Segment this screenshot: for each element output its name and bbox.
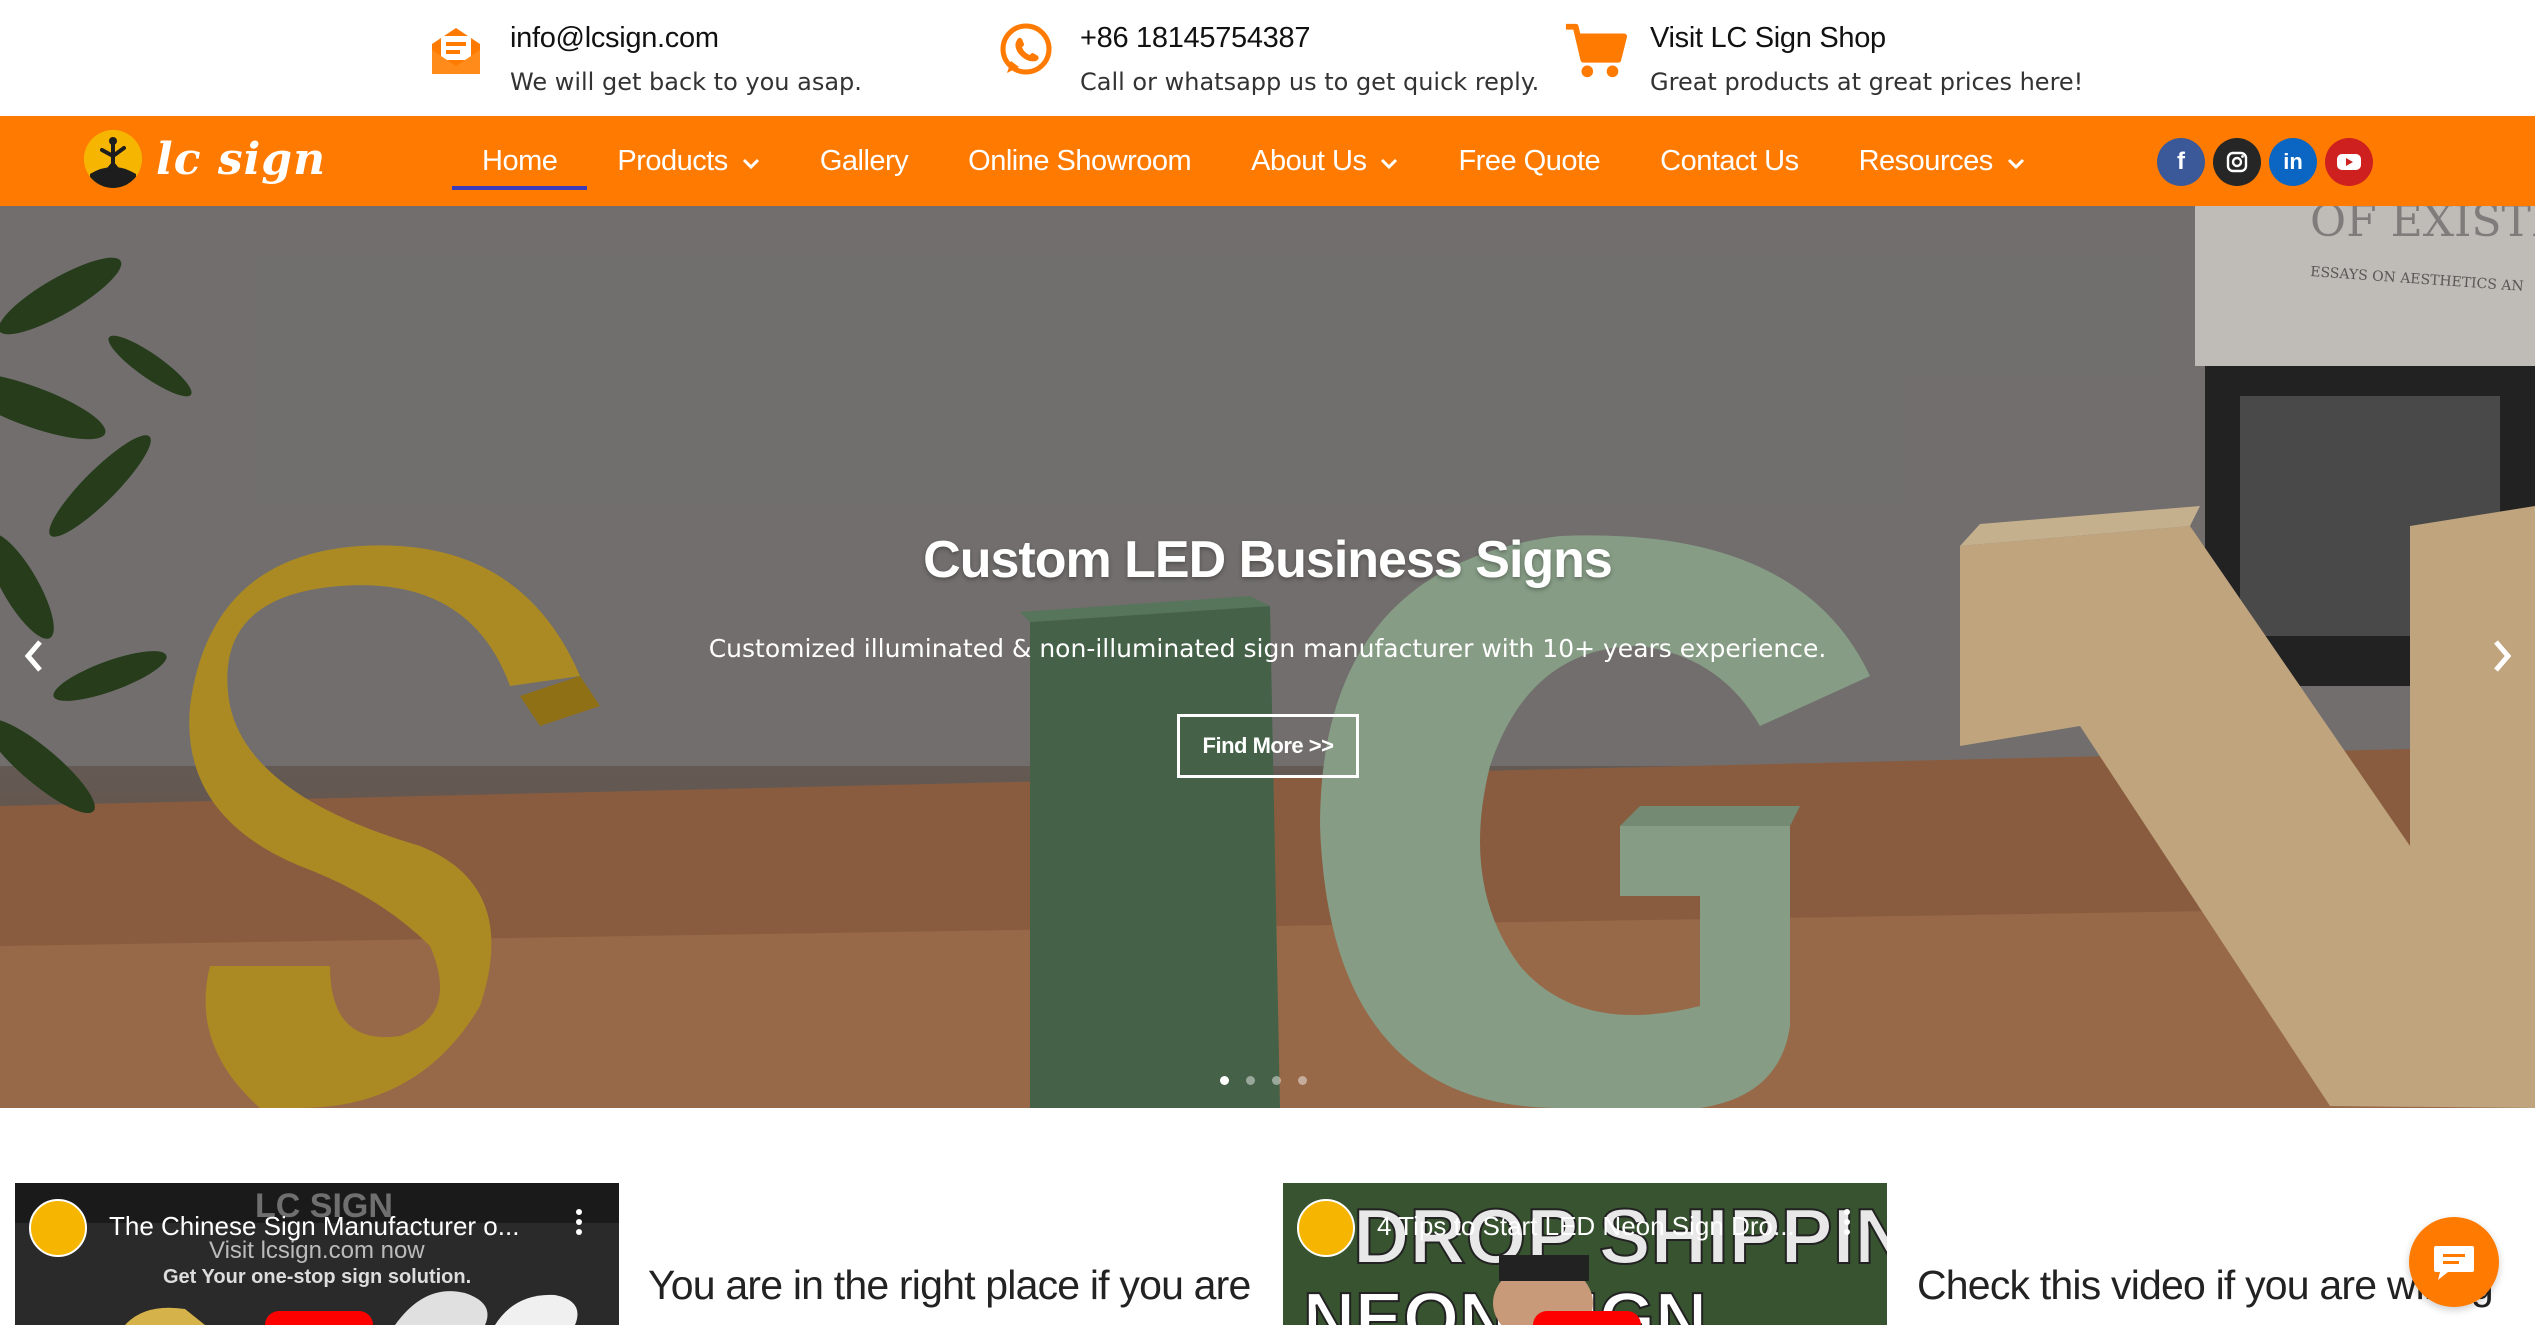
slider-dot[interactable] [1298, 1076, 1307, 1085]
nav-home[interactable]: Home [452, 116, 588, 206]
contact-strip: info@lcsign.com We will get back to you … [0, 0, 2535, 116]
video-play-button[interactable] [265, 1311, 373, 1325]
nav-home-label: Home [482, 144, 558, 177]
shopping-cart-icon [1564, 18, 1628, 82]
phone-note: Call or whatsapp us to get quick reply. [1080, 68, 1540, 96]
facebook-icon[interactable]: f [2157, 138, 2205, 186]
video-embed-2[interactable]: DROP SHIPPING NEON SIGN 4 Tips to Start … [1283, 1183, 1887, 1325]
email-contact[interactable]: info@lcsign.com We will get back to you … [424, 18, 862, 100]
youtube-icon[interactable] [2325, 138, 2373, 186]
nav-online-showroom-label: Online Showroom [968, 144, 1192, 177]
main-navigation: lc sign Home Products Gallery Online Sho… [0, 116, 2535, 206]
nav-about-us[interactable]: About Us [1221, 116, 1428, 206]
slider-dot[interactable] [1220, 1076, 1229, 1085]
hero-subtitle: Customized illuminated & non-illuminated… [708, 634, 1827, 663]
hero-slider: OF EXISTE ESSAYS ON AESTHETICS AN Custom… [0, 206, 2535, 1108]
social-links: f in [2157, 138, 2381, 186]
slider-pagination [1220, 1076, 1324, 1085]
nav-products[interactable]: Products [587, 116, 789, 206]
logo-text: lc sign [156, 133, 327, 185]
nav-online-showroom[interactable]: Online Showroom [938, 116, 1221, 206]
nav-products-label: Products [617, 144, 728, 177]
nav-contact-us[interactable]: Contact Us [1630, 116, 1828, 206]
shop-link[interactable]: Visit LC Sign Shop [1650, 18, 2083, 58]
email-note: We will get back to you asap. [510, 68, 862, 96]
linkedin-icon[interactable]: in [2269, 138, 2317, 186]
chat-bubble-icon[interactable] [2409, 1217, 2499, 1307]
video-play-button[interactable] [1533, 1311, 1641, 1325]
chevron-down-icon [742, 145, 760, 178]
logo-mark-icon [84, 130, 142, 188]
video-more-options-icon[interactable] [1843, 1209, 1851, 1239]
nav-resources-label: Resources [1858, 144, 1994, 177]
chevron-down-icon [1380, 145, 1398, 178]
nav-resources[interactable]: Resources [1829, 116, 2055, 206]
video-2-title[interactable]: 4 Tips to Start LED Neon Sign Dro... [1377, 1211, 1795, 1242]
shop-note: Great products at great prices here! [1650, 68, 2084, 96]
instagram-icon[interactable] [2213, 138, 2261, 186]
email-address[interactable]: info@lcsign.com [510, 18, 862, 58]
whatsapp-icon [994, 18, 1058, 82]
hero-title: Custom LED Business Signs [923, 531, 1613, 589]
video-thumbnail-1: LC SIGN Visit lcsign.com now Get Your on… [15, 1183, 619, 1325]
nav-gallery-label: Gallery [819, 144, 909, 177]
nav-menu: Home Products Gallery Online Showroom Ab… [452, 116, 2055, 206]
video-2-caption: Check this video if you are willing [1917, 1262, 2494, 1308]
phone-contact[interactable]: +86 18145754387 Call or whatsapp us to g… [994, 18, 1539, 100]
find-more-button[interactable]: Find More >> [1177, 714, 1359, 778]
chevron-down-icon [2007, 145, 2025, 178]
slider-dot[interactable] [1272, 1076, 1281, 1085]
channel-avatar[interactable] [29, 1199, 87, 1257]
video-embed-1[interactable]: LC SIGN Visit lcsign.com now Get Your on… [15, 1183, 619, 1325]
nav-gallery[interactable]: Gallery [790, 116, 938, 206]
video-1-title[interactable]: The Chinese Sign Manufacturer o... [109, 1211, 519, 1242]
slider-prev-arrow-icon[interactable] [14, 626, 54, 686]
channel-avatar[interactable] [1297, 1199, 1355, 1257]
slider-next-arrow-icon[interactable] [2482, 626, 2522, 686]
nav-contact-us-label: Contact Us [1660, 144, 1799, 177]
phone-number[interactable]: +86 18145754387 [1080, 18, 1539, 58]
site-logo[interactable]: lc sign [84, 130, 326, 188]
video-more-options-icon[interactable] [575, 1209, 583, 1239]
envelope-icon [424, 18, 488, 82]
nav-about-us-label: About Us [1251, 144, 1367, 177]
video-1-caption: You are in the right place if you are [648, 1262, 1251, 1308]
nav-free-quote-label: Free Quote [1458, 144, 1601, 177]
shop-contact[interactable]: Visit LC Sign Shop Great products at gre… [1564, 18, 2083, 100]
slider-dot[interactable] [1246, 1076, 1255, 1085]
nav-free-quote[interactable]: Free Quote [1428, 116, 1630, 206]
video-1-overlay-tagline: Get Your one-stop sign solution. [163, 1266, 471, 1288]
video-thumbnail-2: DROP SHIPPING NEON SIGN [1283, 1183, 1887, 1325]
